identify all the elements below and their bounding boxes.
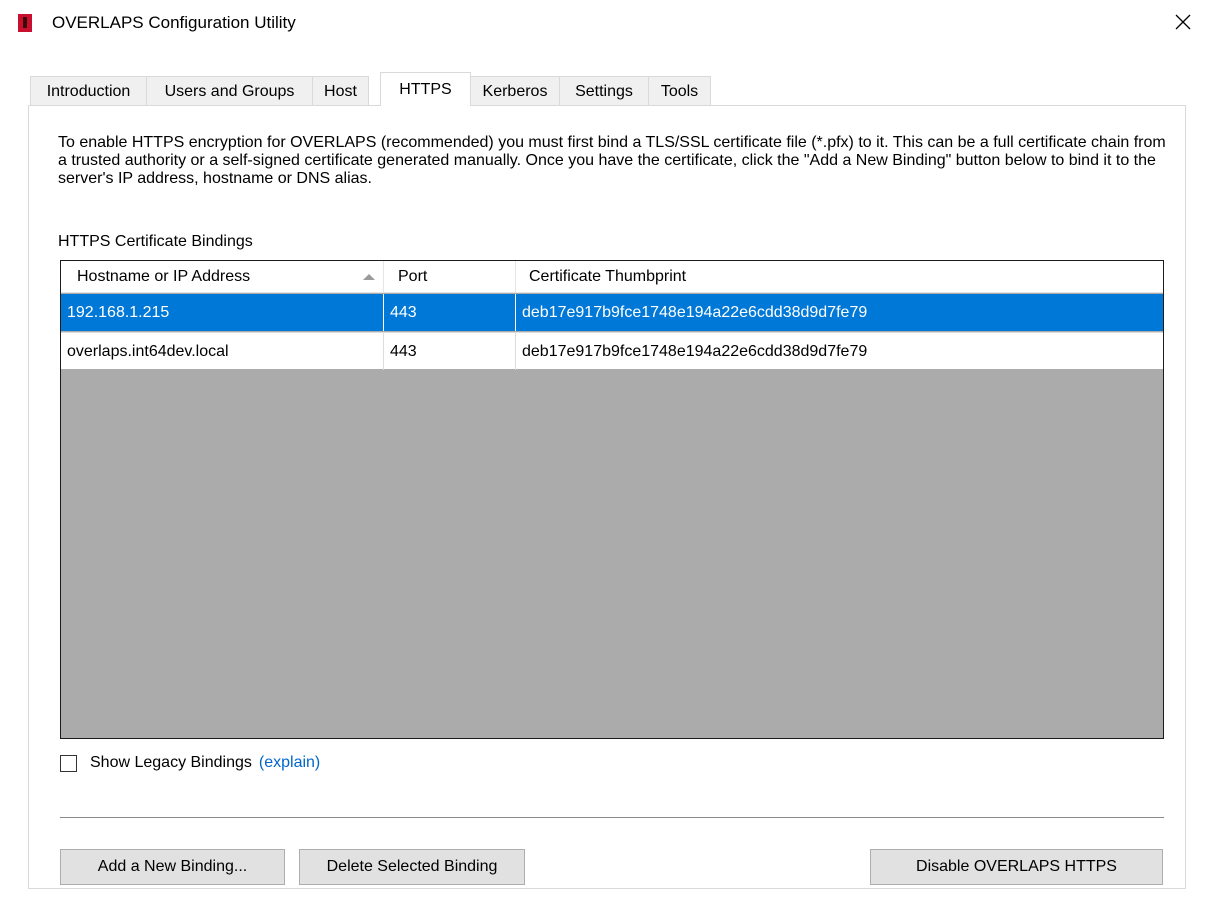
show-legacy-bindings-checkbox[interactable] [60,754,77,772]
delete-binding-button[interactable]: Delete Selected Binding [299,849,525,885]
tab-https[interactable]: HTTPS [380,72,471,106]
https-tab-panel: To enable HTTPS encryption for OVERLAPS … [28,105,1186,889]
tab-introduction[interactable]: Introduction [30,76,147,106]
explain-link[interactable]: (explain) [259,754,320,772]
column-header-port[interactable]: Port [384,261,516,293]
cell-hostname: 192.168.1.215 [61,294,384,331]
bindings-list-header: Hostname or IP Address Port Certificate … [61,261,1163,293]
add-binding-button[interactable]: Add a New Binding... [60,849,285,885]
bindings-section-label: HTTPS Certificate Bindings [58,233,253,250]
tab-settings[interactable]: Settings [559,76,649,106]
window-title: OVERLAPS Configuration Utility [52,13,296,32]
divider [60,817,1164,818]
tab-users-and-groups[interactable]: Users and Groups [146,76,313,106]
tab-tools[interactable]: Tools [648,76,711,106]
table-row[interactable]: overlaps.int64dev.local 443 deb17e917b9f… [61,332,1163,370]
table-row[interactable]: 192.168.1.215 443 deb17e917b9fce1748e194… [61,294,1163,331]
app-logo-icon [18,14,32,32]
bindings-list[interactable]: Hostname or IP Address Port Certificate … [60,260,1164,739]
tab-kerberos[interactable]: Kerberos [470,76,560,106]
cell-port: 443 [384,294,516,331]
https-intro-text: To enable HTTPS encryption for OVERLAPS … [58,134,1166,187]
close-button[interactable] [1160,0,1206,44]
cell-port: 443 [384,333,516,370]
column-header-thumbprint[interactable]: Certificate Thumbprint [516,261,1163,293]
title-bar: OVERLAPS Configuration Utility [0,0,1206,48]
config-utility-window: OVERLAPS Configuration Utility Introduct… [0,0,1206,911]
show-legacy-bindings-label[interactable]: Show Legacy Bindings [90,754,252,772]
column-header-hostname[interactable]: Hostname or IP Address [61,261,384,293]
tab-host[interactable]: Host [312,76,369,106]
column-hostname-label: Hostname or IP Address [77,268,251,285]
cell-thumbprint: deb17e917b9fce1748e194a22e6cdd38d9d7fe79 [522,343,868,360]
disable-https-button[interactable]: Disable OVERLAPS HTTPS [870,849,1163,885]
cell-thumbprint: deb17e917b9fce1748e194a22e6cdd38d9d7fe79 [522,304,868,321]
cell-hostname: overlaps.int64dev.local [61,333,384,370]
close-icon [1175,14,1191,30]
show-legacy-bindings-row: Show Legacy Bindings (explain) [60,752,320,774]
sort-ascending-icon [363,274,375,280]
